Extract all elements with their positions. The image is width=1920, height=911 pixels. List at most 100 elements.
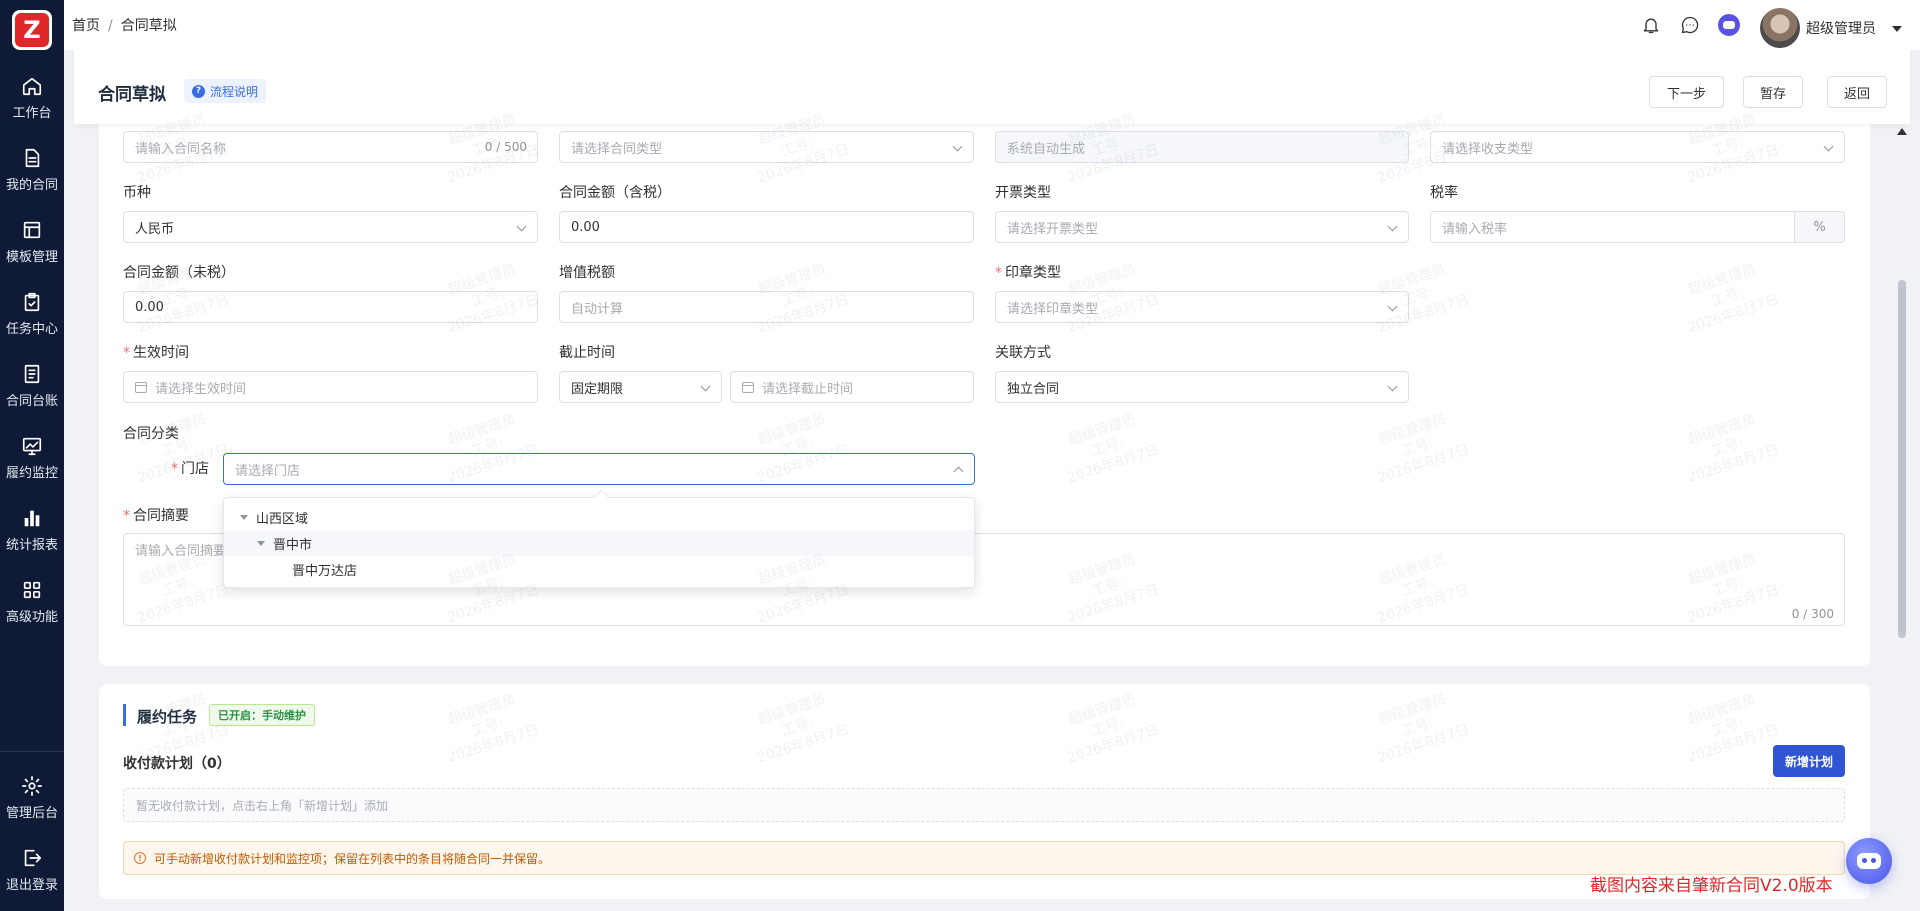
chevron-down-icon: [700, 381, 711, 392]
required-mark: *: [123, 345, 130, 361]
tax-rate-label: 税率: [1430, 185, 1458, 201]
store-tree-select[interactable]: 请选择门店: [223, 453, 975, 485]
save-draft-button[interactable]: 暂存: [1743, 76, 1803, 108]
sidebar-item-advanced[interactable]: 高级功能: [0, 570, 64, 634]
seal-type-select[interactable]: 请选择印章类型: [995, 291, 1409, 323]
app-logo[interactable]: Z: [12, 10, 52, 50]
contract-type-select[interactable]: 请选择合同类型: [559, 131, 974, 163]
bar-chart-icon: [24, 510, 40, 527]
store-label: * 门店: [171, 458, 209, 478]
required-mark: *: [123, 508, 130, 524]
deadline-mode-value: 固定期限: [571, 381, 624, 397]
sidebar-item-tasks[interactable]: 任务中心: [0, 282, 64, 346]
contract-no-input: 系统自动生成: [995, 131, 1409, 163]
relation-select[interactable]: 独立合同: [995, 371, 1409, 403]
seal-type-label: * 印章类型: [995, 262, 1061, 282]
sidebar-item-templates[interactable]: 模板管理: [0, 210, 64, 274]
vat-input[interactable]: 自动计算: [559, 291, 974, 323]
seal-type-placeholder: 请选择印章类型: [1007, 301, 1099, 317]
chevron-down-icon: [516, 221, 527, 232]
tree-node-label: 晋中万达店: [292, 563, 358, 579]
tax-rate-input[interactable]: 请输入税率: [1430, 211, 1795, 243]
breadcrumb-home[interactable]: 首页: [72, 18, 100, 34]
sidebar-item-monitor[interactable]: 履约监控: [0, 426, 64, 490]
deadline-picker[interactable]: 请选择截止时间: [730, 371, 974, 403]
amount-notax-value: 0.00: [135, 299, 164, 315]
sidebar-item-admin[interactable]: 管理后台: [0, 766, 64, 830]
relation-value: 独立合同: [1007, 381, 1060, 397]
add-plan-button[interactable]: 新增计划: [1773, 745, 1845, 777]
summary-label-text: 合同摘要: [133, 508, 189, 524]
document-icon: [25, 148, 40, 168]
sidebar-item-label: 工作台: [12, 106, 52, 121]
page-title-bar: 合同草拟 ? 流程说明 下一步 暂存 返回: [74, 50, 1910, 124]
chevron-down-icon: [1387, 301, 1398, 312]
deadline-mode-select[interactable]: 固定期限: [559, 371, 722, 403]
invoice-type-label: 开票类型: [995, 185, 1051, 201]
tax-rate-unit: %: [1795, 211, 1845, 243]
contract-type-placeholder: 请选择合同类型: [571, 141, 663, 157]
footer-note: 截图内容来自肇新合同V2.0版本: [1590, 876, 1833, 896]
effective-time-picker[interactable]: 请选择生效时间: [123, 371, 538, 403]
sidebar-item-label: 履约监控: [5, 466, 58, 481]
avatar[interactable]: [1760, 8, 1800, 48]
logout-icon: [24, 849, 42, 867]
chevron-up-icon: [953, 466, 964, 477]
scroll-up-arrow-icon[interactable]: [1897, 128, 1907, 135]
amount-notax-input[interactable]: 0.00: [123, 291, 538, 323]
income-type-select[interactable]: 请选择收支类型: [1430, 131, 1845, 163]
currency-select[interactable]: 人民币: [123, 211, 538, 243]
sidebar-item-label: 管理后台: [5, 806, 58, 821]
scrollbar-thumb[interactable]: [1898, 280, 1906, 638]
breadcrumb-current: 合同草拟: [120, 18, 177, 34]
user-name[interactable]: 超级管理员: [1806, 18, 1876, 38]
caret-down-icon: [240, 514, 248, 520]
sidebar-item-label: 合同台账: [5, 394, 58, 409]
vat-label: 增值税额: [559, 265, 615, 281]
ai-assistant-icon[interactable]: [1718, 14, 1740, 36]
message-icon[interactable]: [1679, 14, 1701, 36]
sidebar-item-workbench[interactable]: 工作台: [0, 66, 64, 130]
seal-type-label-text: 印章类型: [1005, 265, 1061, 281]
required-mark: *: [995, 265, 1002, 281]
chevron-down-icon: [1387, 221, 1398, 232]
contract-name-input[interactable]: 请输入合同名称 0 / 500: [123, 131, 538, 163]
gear-icon: [22, 776, 42, 796]
page-title: 合同草拟: [98, 85, 166, 105]
store-label-text: 门店: [181, 461, 209, 477]
invoice-type-select[interactable]: 请选择开票类型: [995, 211, 1409, 243]
vat-placeholder: 自动计算: [571, 301, 624, 317]
home-icon: [22, 77, 42, 96]
summary-label: * 合同摘要: [123, 505, 189, 525]
chevron-down-icon: [1387, 381, 1398, 392]
chevron-down-icon: [1823, 141, 1834, 152]
tree-node-store[interactable]: 晋中万达店: [224, 556, 974, 582]
tax-rate-placeholder: 请输入税率: [1442, 221, 1508, 237]
deadline-label: 截止时间: [559, 345, 615, 361]
user-menu-caret-icon[interactable]: [1892, 26, 1902, 32]
store-tree-dropdown: 山西区域 晋中市 晋中万达店: [223, 497, 975, 588]
flow-help-tag[interactable]: ? 流程说明: [184, 79, 267, 103]
sidebar-item-my-contracts[interactable]: 我的合同: [0, 138, 64, 202]
sidebar-divider: [0, 751, 64, 752]
sidebar: Z 工作台 我的合同 模板管理 任务中心 合同台账 履约监控 统计报表 高级功能…: [0, 0, 64, 911]
tree-node-city[interactable]: 晋中市: [224, 530, 974, 556]
category-label: 合同分类: [123, 426, 179, 442]
back-button[interactable]: 返回: [1827, 76, 1887, 108]
info-icon: !: [134, 852, 146, 864]
flow-help-label: 流程说明: [210, 84, 259, 99]
next-step-button[interactable]: 下一步: [1649, 76, 1724, 108]
amount-tax-input[interactable]: 0.00: [559, 211, 974, 243]
sidebar-item-logout[interactable]: 退出登录: [0, 838, 64, 902]
notification-bell-icon[interactable]: [1640, 14, 1662, 36]
tree-node-region[interactable]: 山西区域: [224, 504, 974, 530]
sidebar-item-ledger[interactable]: 合同台账: [0, 354, 64, 418]
currency-label: 币种: [123, 185, 151, 201]
sidebar-item-label: 统计报表: [5, 538, 58, 553]
sidebar-item-label: 任务中心: [5, 322, 58, 337]
question-icon: ?: [192, 84, 205, 98]
income-type-placeholder: 请选择收支类型: [1442, 141, 1534, 157]
floating-assistant-icon[interactable]: [1846, 838, 1892, 884]
deadline-placeholder: 请选择截止时间: [762, 381, 854, 397]
sidebar-item-reports[interactable]: 统计报表: [0, 498, 64, 562]
